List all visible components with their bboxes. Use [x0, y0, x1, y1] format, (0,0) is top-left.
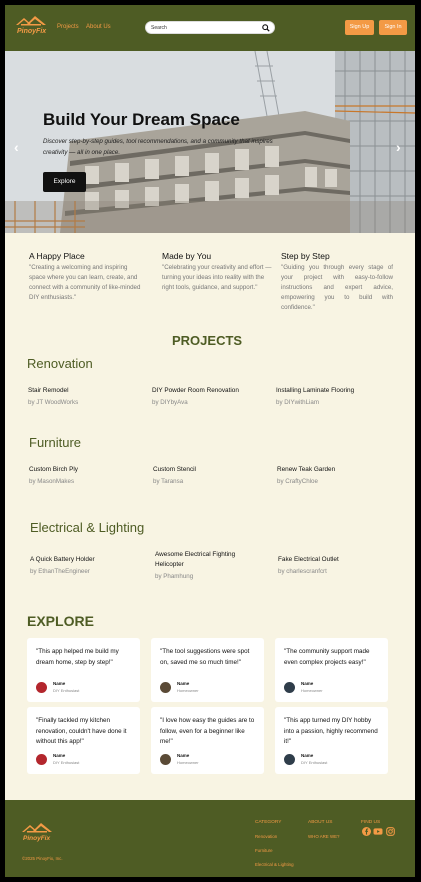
- project-card-author[interactable]: by Taransa: [153, 478, 183, 485]
- footer-link-who-are-we[interactable]: WHO ARE WE?: [308, 834, 339, 839]
- avatar: [36, 682, 47, 693]
- footer-about-heading: ABOUT US: [308, 820, 333, 825]
- hero-title: Build Your Dream Space: [43, 110, 240, 129]
- sign-in-button[interactable]: Sign In: [379, 20, 407, 35]
- nav-about-us[interactable]: About Us: [86, 24, 111, 30]
- project-card-author[interactable]: by DIYbyAva: [152, 399, 188, 406]
- testimonial-role: Homeowner: [301, 688, 323, 693]
- testimonial-card: "This app turned my DIY hobby into a pas…: [275, 707, 388, 774]
- project-card-author[interactable]: by charlescranfcrt: [278, 568, 327, 575]
- category-renovation-title: Renovation: [27, 356, 93, 371]
- category-furniture-title: Furniture: [29, 435, 82, 450]
- carousel-next-icon[interactable]: ›: [396, 139, 401, 155]
- feature-title: Step by Step: [281, 251, 330, 261]
- facebook-icon[interactable]: [362, 827, 371, 836]
- avatar: [160, 754, 171, 765]
- project-card-title[interactable]: Installing Laminate Flooring: [276, 386, 354, 396]
- project-card-title[interactable]: A Quick Battery Holder: [30, 555, 95, 565]
- house-roof-icon: [16, 16, 46, 26]
- hero-banner: ‹ › Build Your Dream Space Discover step…: [5, 51, 415, 233]
- header: PinoyFix Projects About Us Search Sign U…: [5, 5, 415, 51]
- footer-link-furniture[interactable]: Furniture: [255, 848, 273, 853]
- testimonial-name: Name: [301, 681, 314, 686]
- testimonial-role: Homeowner: [177, 688, 199, 693]
- project-card-title[interactable]: Stair Remodel: [28, 386, 69, 396]
- avatar: [36, 754, 47, 765]
- category-electrical-title: Electrical & Lighting: [30, 520, 145, 535]
- footer-logo[interactable]: PinoyFix: [21, 823, 53, 845]
- testimonial-name: Name: [177, 681, 190, 686]
- testimonial-role: DIY Enthusiast: [301, 760, 328, 765]
- testimonial-card: "This app helped me build my dream home,…: [27, 638, 140, 702]
- carousel-prev-icon[interactable]: ‹: [14, 139, 19, 155]
- testimonial-card: "I love how easy the guides are to follo…: [151, 707, 264, 774]
- testimonial-quote: "I love how easy the guides are to follo…: [160, 717, 255, 745]
- testimonial-quote: "Finally tackled my kitchen renovation, …: [36, 717, 127, 745]
- project-card-author[interactable]: by JT WoodWorks: [28, 399, 78, 406]
- hero-subtitle: Discover step-by-step guides, tool recom…: [43, 138, 273, 156]
- testimonial-card: "Finally tackled my kitchen renovation, …: [27, 707, 140, 774]
- testimonial-name: Name: [301, 753, 314, 758]
- project-card-author[interactable]: by EthanTheEngineer: [30, 568, 90, 575]
- testimonial-card: "The community support made even complex…: [275, 638, 388, 702]
- footer-brand: PinoyFix: [23, 835, 51, 842]
- search-placeholder: Search: [151, 25, 167, 31]
- explore-button[interactable]: Explore: [43, 172, 86, 192]
- testimonial-quote: "The community support made even complex…: [284, 648, 370, 666]
- project-card-author[interactable]: by Phamhung: [155, 573, 193, 580]
- project-card-author[interactable]: by DIYwithLiam: [276, 399, 319, 406]
- project-card-title[interactable]: Custom Stencil: [153, 465, 196, 475]
- feature-text: "Celebrating your creativity and effort …: [162, 264, 272, 291]
- testimonial-name: Name: [177, 753, 190, 758]
- testimonial-role: DIY Enthusiast: [53, 760, 80, 765]
- project-card-title[interactable]: Custom Birch Ply: [29, 465, 78, 475]
- project-card-author[interactable]: by MasonMakes: [29, 478, 74, 485]
- footer-link-renovation[interactable]: Renovation: [255, 834, 277, 839]
- project-card-author[interactable]: by CraftyChloe: [277, 478, 318, 485]
- feature-text: "Guiding you through every stage of your…: [281, 264, 393, 311]
- projects-title: PROJECTS: [172, 333, 243, 348]
- feature-text: "Creating a welcoming and inspiring spac…: [29, 264, 141, 301]
- testimonial-name: Name: [53, 753, 66, 758]
- feature-title: A Happy Place: [29, 251, 85, 261]
- testimonial-quote: "This app turned my DIY hobby into a pas…: [284, 717, 378, 745]
- explore-title: EXPLORE: [27, 613, 94, 629]
- footer: PinoyFix ©2025 PinoyFix, Inc. CATEGORY R…: [5, 800, 415, 877]
- instagram-icon[interactable]: [386, 827, 395, 836]
- search-input[interactable]: Search: [145, 21, 275, 34]
- feature-title: Made by You: [162, 251, 212, 261]
- avatar: [284, 754, 295, 765]
- house-roof-icon: [22, 823, 52, 833]
- footer-link-electrical[interactable]: Electrical & Lighting: [255, 862, 294, 867]
- testimonial-role: DIY Enthusiast: [53, 688, 80, 693]
- logo[interactable]: PinoyFix: [14, 16, 48, 38]
- sign-up-button[interactable]: Sign Up: [345, 20, 374, 35]
- testimonial-quote: "This app helped me build my dream home,…: [36, 648, 119, 666]
- youtube-icon[interactable]: [373, 827, 383, 836]
- avatar: [284, 682, 295, 693]
- brand-name: PinoyFix: [17, 28, 47, 35]
- footer-category-heading: CATEGORY: [255, 820, 282, 825]
- project-card-title[interactable]: Awesome Electrical Fighting Helicopter: [155, 550, 255, 570]
- testimonial-name: Name: [53, 681, 66, 686]
- testimonial-role: Homeowner: [177, 760, 199, 765]
- nav-projects[interactable]: Projects: [57, 24, 79, 30]
- page: PinoyFix Projects About Us Search Sign U…: [5, 5, 415, 877]
- project-card-title[interactable]: Renew Teak Garden: [277, 465, 335, 475]
- avatar: [160, 682, 171, 693]
- project-card-title[interactable]: DIY Powder Room Renovation: [152, 386, 239, 396]
- search-icon[interactable]: [262, 24, 270, 32]
- testimonial-quote: "The tool suggestions were spot on, save…: [160, 648, 250, 666]
- project-card-title[interactable]: Fake Electrical Outlet: [278, 555, 339, 565]
- testimonial-card: "The tool suggestions were spot on, save…: [151, 638, 264, 702]
- copyright: ©2025 PinoyFix, Inc.: [22, 856, 63, 861]
- footer-find-heading: FIND US: [361, 820, 381, 825]
